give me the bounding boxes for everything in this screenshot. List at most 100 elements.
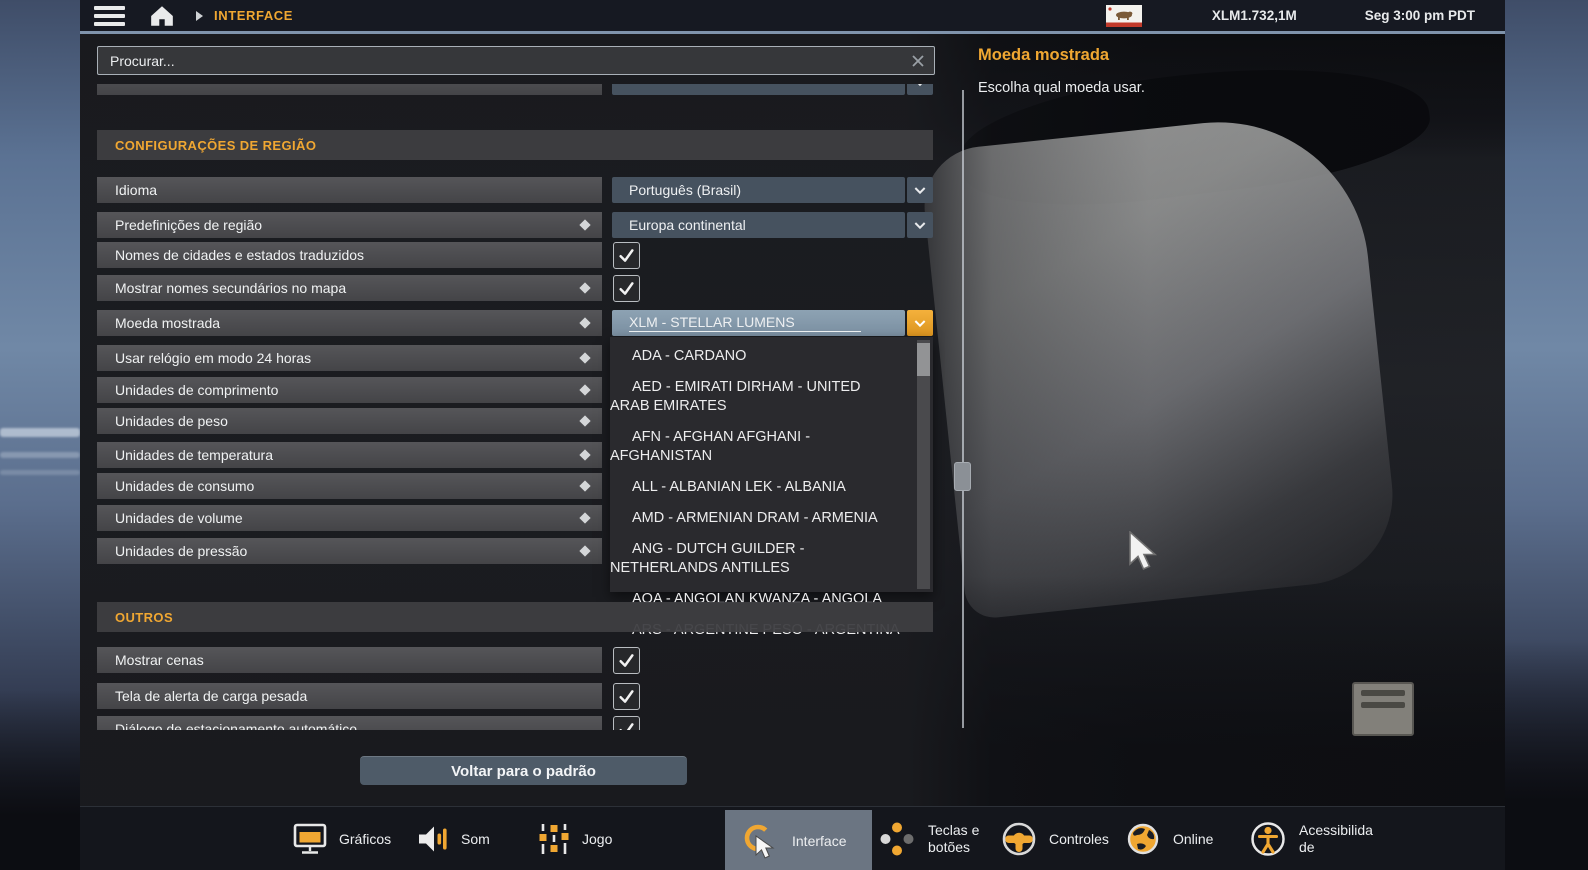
steering-wheel-icon <box>1000 820 1038 858</box>
dropdown-scrollbar-track[interactable] <box>917 340 930 589</box>
dropdown-moeda-selected[interactable]: XLM - STELLAR LUMENS <box>612 310 905 336</box>
setting-label: Tela de alerta de carga pesada <box>115 688 307 704</box>
setting-label-bar[interactable]: Idioma <box>97 177 602 203</box>
modified-diamond-icon <box>579 219 590 230</box>
keys-buttons-icon <box>877 819 917 859</box>
setting-label-bar[interactable]: Unidades de pressão <box>97 538 602 564</box>
setting-label: Unidades de peso <box>115 413 228 429</box>
setting-label-bar[interactable]: Unidades de volume <box>97 505 602 531</box>
setting-label-bar[interactable]: Nomes de cidades e estados traduzidos <box>97 242 602 268</box>
tab-controles[interactable]: Controles <box>1000 807 1109 870</box>
setting-label-bar[interactable]: Mostrar nomes secundários no mapa <box>97 275 602 301</box>
modified-diamond-icon <box>579 282 590 293</box>
search-input[interactable]: Procurar... <box>97 46 935 75</box>
reset-button-label: Voltar para o padrão <box>451 763 596 780</box>
accessibility-person-icon <box>1248 819 1288 859</box>
tab-label: Teclas e botões <box>928 822 979 856</box>
setting-label: Idioma <box>115 182 157 198</box>
tab-label: Online <box>1173 831 1213 847</box>
chevron-down-icon[interactable] <box>907 177 933 203</box>
setting-row-estacionamento: Diálogo de estacionamento automático <box>80 716 945 730</box>
setting-label-bar[interactable]: Mostrar cenas <box>97 647 602 673</box>
background-cloud-streak <box>0 428 80 437</box>
setting-row-nomes-traduzidos: Nomes de cidades e estados traduzidos <box>80 242 945 269</box>
background-shade <box>0 690 80 870</box>
setting-label: Mostrar cenas <box>115 652 204 668</box>
dropdown-option[interactable]: ANG - DUTCH GUILDER - NETHERLANDS ANTILL… <box>610 534 903 584</box>
tab-acessibilidade[interactable]: Acessibilida de <box>1248 807 1373 870</box>
setting-label: Unidades de pressão <box>115 543 247 559</box>
clear-search-icon[interactable] <box>910 53 926 69</box>
setting-label-bar[interactable]: Unidades de consumo <box>97 473 602 499</box>
setting-label-bar[interactable]: Unidades de peso <box>97 408 602 434</box>
modified-diamond-icon <box>579 480 590 491</box>
tab-label: Gráficos <box>339 831 391 847</box>
tab-interface[interactable]: Interface <box>725 810 872 870</box>
checkbox-checked[interactable] <box>613 242 640 269</box>
dropdown-predefinicoes[interactable]: Europa continental <box>612 212 905 238</box>
setting-row-moeda: Moeda mostrada XLM - STELLAR LUMENS <box>80 310 945 337</box>
breadcrumb[interactable]: INTERFACE <box>214 8 293 23</box>
dropdown-idioma[interactable]: Português (Brasil) <box>612 177 905 203</box>
section-header-region: CONFIGURAÇÕES DE REGIÃO <box>97 130 933 160</box>
search-placeholder: Procurar... <box>110 53 175 69</box>
checkbox-checked[interactable] <box>613 275 640 302</box>
modified-diamond-icon <box>579 317 590 328</box>
chevron-down-icon[interactable] <box>907 84 933 95</box>
setting-label-bar[interactable]: Diálogo de estacionamento automático <box>97 716 602 730</box>
setting-label: Unidades de volume <box>115 510 243 526</box>
topbar-status-group: XLM1.732,1M Seg 3:00 pm PDT <box>1106 5 1505 27</box>
tab-teclas-botoes[interactable]: Teclas e botões <box>877 807 979 870</box>
dropdown-scrollbar-thumb[interactable] <box>917 343 930 376</box>
screen: INTERFACE XLM1.732,1M Seg 3:00 pm PDT Pr… <box>0 0 1588 870</box>
setting-label: Predefinições de região <box>115 217 262 233</box>
setting-label-bar[interactable] <box>97 84 602 95</box>
dropdown-option[interactable]: ADA - CARDANO <box>610 341 903 372</box>
setting-label-bar[interactable]: Unidades de comprimento <box>97 377 602 403</box>
checkbox-checked[interactable] <box>613 716 640 730</box>
setting-row-idioma: Idioma Português (Brasil) <box>80 177 945 204</box>
dropdown-option[interactable]: ALL - ALBANIAN LEK - ALBANIA <box>610 472 903 503</box>
dropdown[interactable] <box>612 84 905 95</box>
scrollbar-track[interactable] <box>962 90 964 728</box>
dropdown-option[interactable]: AMD - ARMENIAN DRAM - ARMENIA <box>610 503 903 534</box>
tab-som[interactable]: Som <box>416 807 490 870</box>
modified-diamond-icon <box>579 512 590 523</box>
checkbox-checked[interactable] <box>613 683 640 710</box>
section-title: OUTROS <box>115 610 173 625</box>
sound-speaker-icon <box>416 822 450 856</box>
tab-label: Acessibilida de <box>1299 822 1373 856</box>
setting-label-bar[interactable]: Tela de alerta de carga pesada <box>97 683 602 709</box>
chevron-down-icon[interactable] <box>907 310 933 336</box>
tab-online[interactable]: Online <box>1124 807 1213 870</box>
tab-graficos[interactable]: Gráficos <box>292 807 391 870</box>
modified-diamond-icon <box>579 384 590 395</box>
dropdown-value: XLM - STELLAR LUMENS <box>629 314 861 332</box>
tab-label: Controles <box>1049 831 1109 847</box>
setting-label-bar[interactable]: Usar relógio em modo 24 horas <box>97 345 602 371</box>
tab-jogo[interactable]: Jogo <box>537 807 612 870</box>
setting-label: Unidades de comprimento <box>115 382 278 398</box>
background-shade <box>1505 640 1588 870</box>
dropdown-option[interactable]: AFN - AFGHAN AFGHANI - AFGHANISTAN <box>610 422 903 472</box>
scrollbar-thumb[interactable] <box>954 462 971 491</box>
menu-icon[interactable] <box>94 2 125 30</box>
topbar-separator <box>80 31 1505 34</box>
setting-label: Moeda mostrada <box>115 315 220 331</box>
datetime-display: Seg 3:00 pm PDT <box>1365 8 1475 23</box>
checkbox-checked[interactable] <box>613 647 640 674</box>
section-title: CONFIGURAÇÕES DE REGIÃO <box>115 138 316 153</box>
modified-diamond-icon <box>579 545 590 556</box>
dropdown-option[interactable]: AED - EMIRATI DIRHAM - UNITED ARAB EMIRA… <box>610 372 903 422</box>
background-cloud-streak <box>0 452 80 458</box>
setting-label-bar[interactable]: Predefinições de região <box>97 212 602 238</box>
modified-diamond-icon <box>579 415 590 426</box>
modified-diamond-icon <box>579 352 590 363</box>
help-title: Moeda mostrada <box>978 46 1109 65</box>
home-icon[interactable] <box>149 5 175 27</box>
chevron-down-icon[interactable] <box>907 212 933 238</box>
reset-defaults-button[interactable]: Voltar para o padrão <box>360 756 687 785</box>
setting-row-mostrar-cenas: Mostrar cenas <box>80 647 945 674</box>
setting-label-bar[interactable]: Unidades de temperatura <box>97 442 602 468</box>
setting-label-bar[interactable]: Moeda mostrada <box>97 310 602 336</box>
